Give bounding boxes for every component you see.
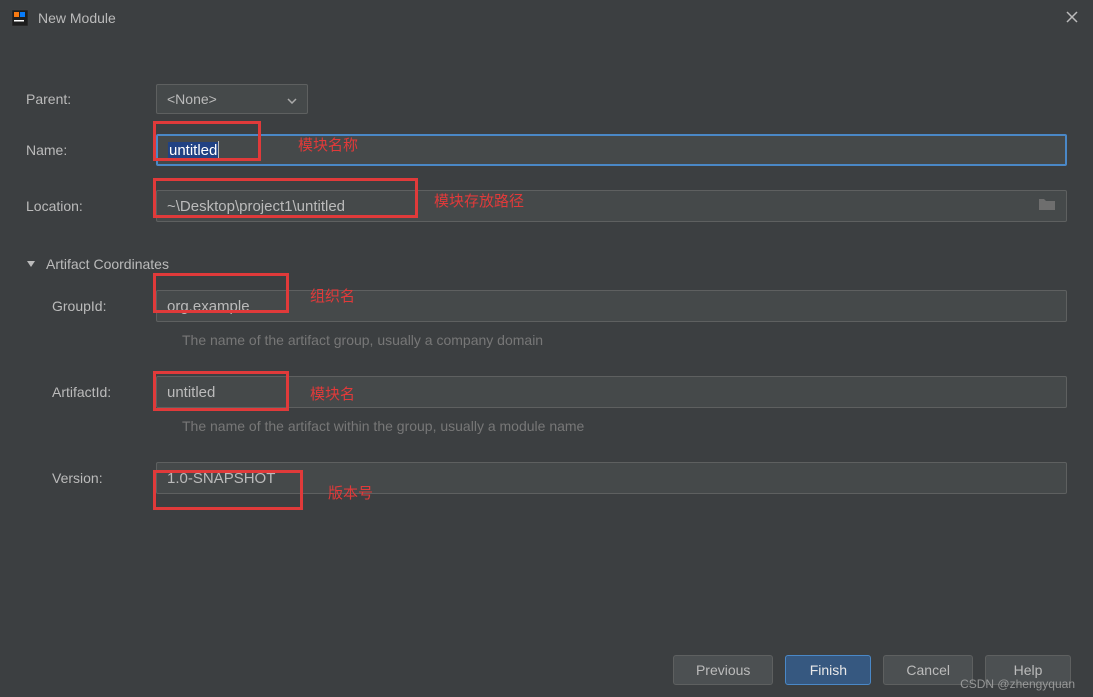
version-field[interactable]: 1.0-SNAPSHOT <box>156 462 1067 494</box>
artifactid-help: The name of the artifact within the grou… <box>182 418 1067 434</box>
help-button[interactable]: Help <box>985 655 1071 685</box>
name-label: Name: <box>26 142 156 158</box>
name-field[interactable]: untitled <box>156 134 1067 166</box>
artifactid-field[interactable]: untitled <box>156 376 1067 408</box>
parent-label: Parent: <box>26 91 156 107</box>
folder-icon[interactable] <box>1038 197 1056 215</box>
groupid-field[interactable]: org.example <box>156 290 1067 322</box>
close-icon[interactable] <box>1065 8 1079 29</box>
chevron-down-icon <box>26 256 36 272</box>
artifactid-label: ArtifactId: <box>26 384 156 400</box>
finish-button[interactable]: Finish <box>785 655 871 685</box>
parent-dropdown[interactable]: <None> <box>156 84 308 114</box>
location-value: ~\Desktop\project1\untitled <box>167 198 345 215</box>
artifact-coordinates-header[interactable]: Artifact Coordinates <box>26 256 1067 272</box>
location-field[interactable]: ~\Desktop\project1\untitled <box>156 190 1067 222</box>
previous-button[interactable]: Previous <box>673 655 773 685</box>
location-label: Location: <box>26 198 156 214</box>
parent-value: <None> <box>167 91 217 107</box>
version-value: 1.0-SNAPSHOT <box>167 470 275 487</box>
section-label: Artifact Coordinates <box>46 256 169 272</box>
name-value: untitled <box>168 142 218 159</box>
version-label: Version: <box>26 470 156 486</box>
button-bar: Previous Finish Cancel Help <box>673 655 1071 685</box>
title-bar: New Module <box>0 0 1093 36</box>
dialog-title: New Module <box>38 10 116 26</box>
chevron-down-icon <box>287 91 297 107</box>
app-icon <box>10 8 30 28</box>
groupid-label: GroupId: <box>26 298 156 314</box>
cancel-button[interactable]: Cancel <box>883 655 973 685</box>
groupid-help: The name of the artifact group, usually … <box>182 332 1067 348</box>
artifactid-value: untitled <box>167 384 215 401</box>
groupid-value: org.example <box>167 298 250 315</box>
